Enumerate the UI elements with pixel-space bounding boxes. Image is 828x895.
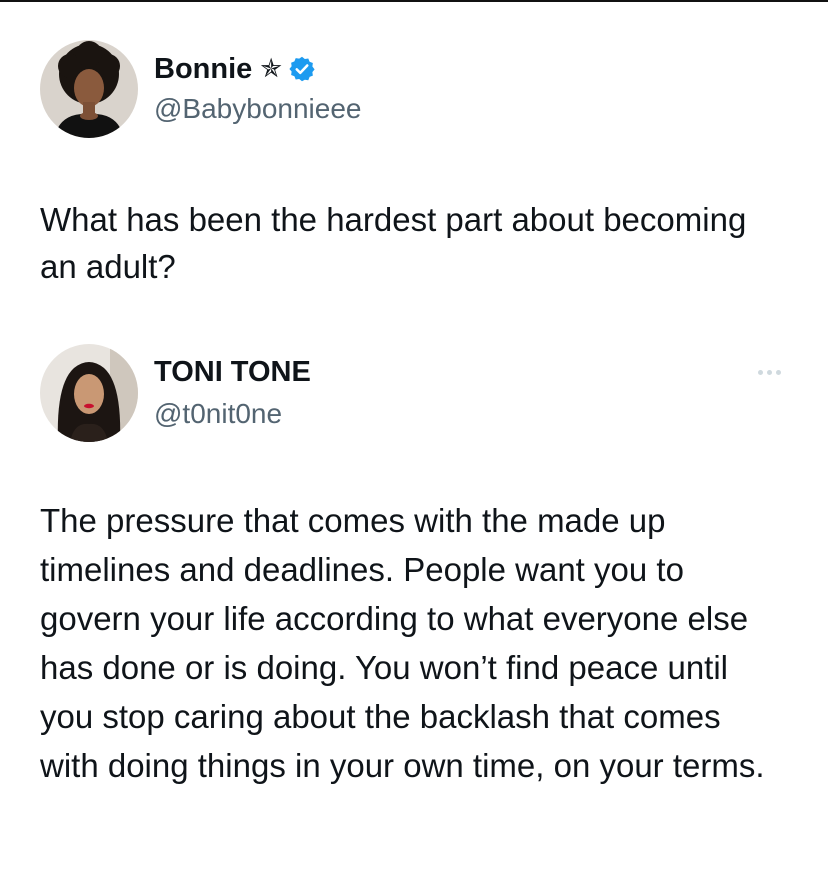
bonnie-avatar[interactable] [40, 40, 138, 138]
star-symbol: ✯ [260, 54, 283, 84]
toni-name-block: TONI TONE @t0nit0ne [154, 355, 311, 431]
reply-tweet-text: The pressure that comes with the made up… [40, 502, 765, 784]
first-tweet-header: Bonnie ✯ @Babybonnieee [40, 40, 361, 138]
more-dot [767, 370, 772, 375]
top-divider [0, 0, 828, 2]
reply-tweet-header: TONI TONE @t0nit0ne [40, 344, 311, 442]
more-options-icon[interactable] [758, 370, 781, 375]
first-tweet-text: What has been the hardest part about bec… [40, 201, 747, 285]
bonnie-handle[interactable]: @Babybonnieee [154, 92, 361, 126]
bonnie-name-line: Bonnie ✯ [154, 52, 361, 86]
verified-badge-icon [288, 55, 316, 83]
bonnie-name-block: Bonnie ✯ @Babybonnieee [154, 52, 361, 126]
bonnie-display-name[interactable]: Bonnie [154, 52, 252, 86]
more-dot [776, 370, 781, 375]
toni-display-name[interactable]: TONI TONE [154, 355, 311, 389]
toni-handle[interactable]: @t0nit0ne [154, 397, 311, 431]
toni-avatar[interactable] [40, 344, 138, 442]
more-dot [758, 370, 763, 375]
